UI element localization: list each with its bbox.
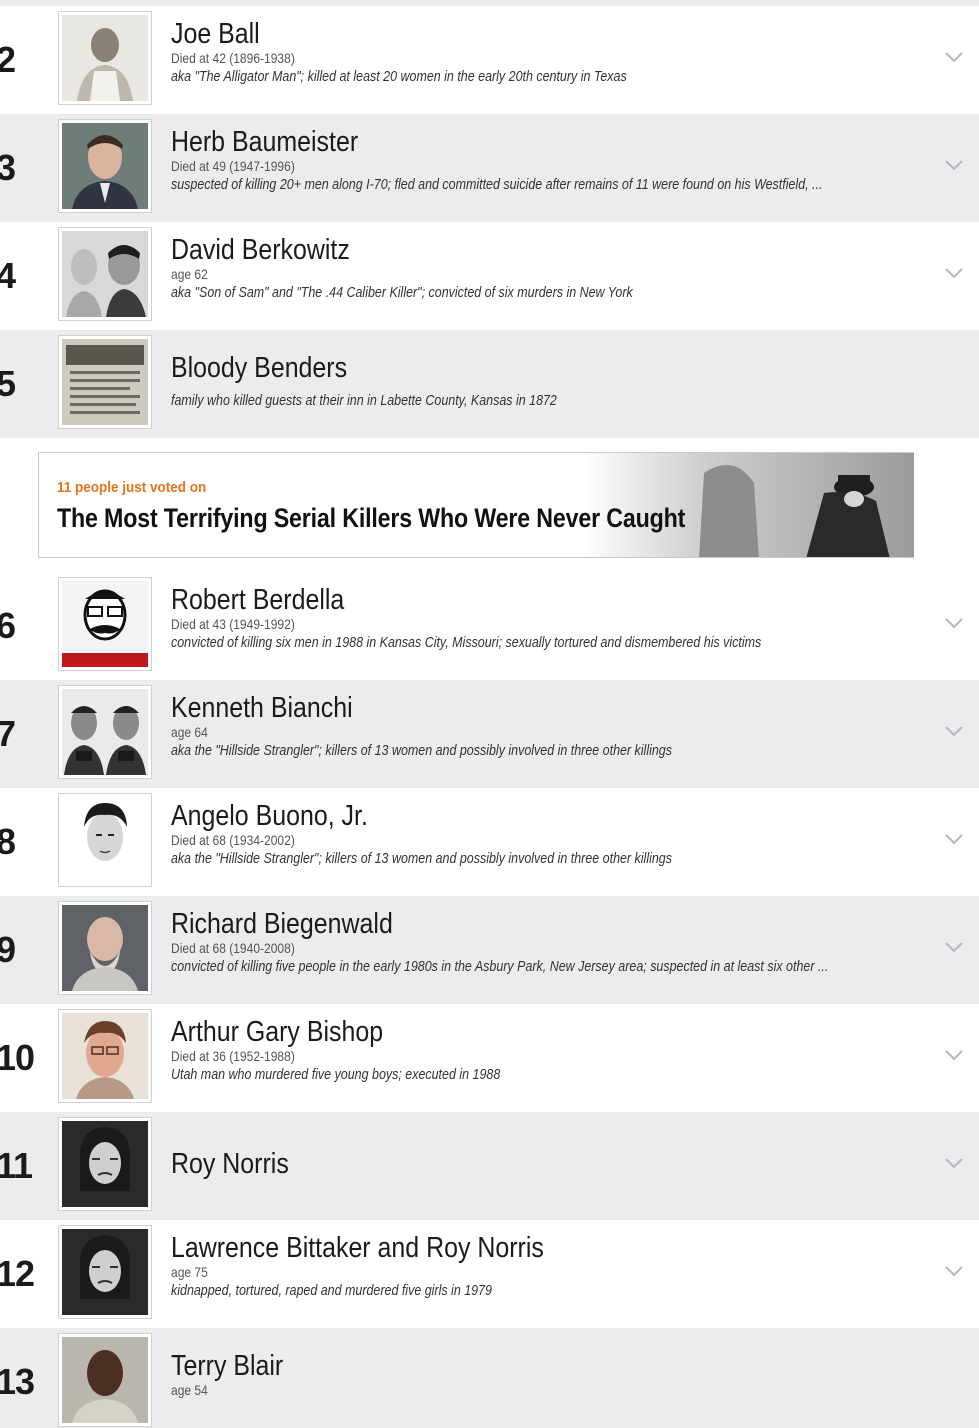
item-name[interactable]: Richard Biegenwald xyxy=(171,908,957,940)
list-item[interactable]: 10 Arthur Gary Bishop Died at 36 (1952-1… xyxy=(0,1004,979,1112)
item-photo[interactable] xyxy=(58,11,152,105)
list-item[interactable]: 3 Herb Baumeister Died at 49 (1947-1996)… xyxy=(0,114,979,222)
item-photo[interactable] xyxy=(58,685,152,779)
chevron-down-icon[interactable] xyxy=(943,1048,965,1062)
item-photo[interactable] xyxy=(58,793,152,887)
item-meta: age 75 xyxy=(171,1264,208,1280)
item-photo[interactable] xyxy=(58,227,152,321)
banner-title[interactable]: The Most Terrifying Serial Killers Who W… xyxy=(57,503,685,534)
item-description: suspected of killing 20+ men along I-70;… xyxy=(171,177,823,193)
item-meta: Died at 49 (1947-1996) xyxy=(171,158,295,174)
chevron-down-icon[interactable] xyxy=(943,50,965,64)
chevron-down-icon[interactable] xyxy=(943,616,965,630)
item-name[interactable]: Joe Ball xyxy=(171,18,957,50)
chevron-down-icon[interactable] xyxy=(943,724,965,738)
item-meta: age 62 xyxy=(171,266,208,282)
rank-number: 9 xyxy=(0,929,16,970)
mugshot-photo xyxy=(62,1337,148,1423)
rank-number: 11 xyxy=(0,1145,33,1186)
item-name[interactable]: Herb Baumeister xyxy=(171,126,957,158)
portrait-photo xyxy=(62,1013,148,1099)
portrait-photo xyxy=(62,1121,148,1207)
chevron-down-icon[interactable] xyxy=(943,266,965,280)
rank-number: 10 xyxy=(0,1037,35,1078)
portrait-photo xyxy=(62,581,148,667)
rank-number: 12 xyxy=(0,1253,35,1294)
chevron-down-icon[interactable] xyxy=(943,1264,965,1278)
chevron-down-icon[interactable] xyxy=(943,158,965,172)
item-name[interactable]: Terry Blair xyxy=(171,1350,957,1382)
item-description: convicted of killing five people in the … xyxy=(171,959,829,975)
item-name[interactable]: Arthur Gary Bishop xyxy=(171,1016,957,1048)
item-description: family who killed guests at their inn in… xyxy=(171,393,557,409)
item-photo[interactable] xyxy=(58,1009,152,1103)
rank-number: 4 xyxy=(0,255,16,296)
portrait-photo xyxy=(62,231,148,317)
rank-number: 7 xyxy=(0,713,16,754)
portrait-photo xyxy=(62,15,148,101)
list-item[interactable]: 7 Kenneth Bianchi age 64 aka the "Hillsi… xyxy=(0,680,979,788)
portrait-photo xyxy=(62,123,148,209)
item-photo[interactable] xyxy=(58,1117,152,1211)
list-item[interactable]: 4 David Berkowitz age 62 aka "Son of Sam… xyxy=(0,222,979,330)
item-photo[interactable] xyxy=(58,1225,152,1319)
portrait-photo xyxy=(62,1229,148,1315)
rank-number: 6 xyxy=(0,605,16,646)
list-item[interactable]: 12 Lawrence Bittaker and Roy Norris age … xyxy=(0,1220,979,1328)
item-description: Utah man who murdered five young boys; e… xyxy=(171,1067,501,1083)
item-name[interactable]: David Berkowitz xyxy=(171,234,957,266)
rank-number: 8 xyxy=(0,821,16,862)
item-meta: age 64 xyxy=(171,724,208,740)
rank-number: 3 xyxy=(0,147,16,188)
rank-number: 13 xyxy=(0,1361,35,1402)
item-name[interactable]: Roy Norris xyxy=(171,1148,957,1180)
rank-number: 2 xyxy=(0,39,16,80)
item-name[interactable]: Lawrence Bittaker and Roy Norris xyxy=(171,1232,957,1264)
item-meta: Died at 43 (1949-1992) xyxy=(171,616,295,632)
item-description: aka "The Alligator Man"; killed at least… xyxy=(171,69,627,85)
item-photo[interactable] xyxy=(58,335,152,429)
mugshot-photo xyxy=(62,689,148,775)
item-name[interactable]: Kenneth Bianchi xyxy=(171,692,957,724)
item-name[interactable]: Robert Berdella xyxy=(171,584,957,616)
item-photo[interactable] xyxy=(58,901,152,995)
item-meta: Died at 36 (1952-1988) xyxy=(171,1048,295,1064)
item-meta: Died at 68 (1934-2002) xyxy=(171,832,295,848)
item-photo[interactable] xyxy=(58,1333,152,1427)
reward-poster-image xyxy=(62,339,148,425)
item-description: aka the "Hillside Strangler"; killers of… xyxy=(171,851,672,867)
item-meta: Died at 68 (1940-2008) xyxy=(171,940,295,956)
list-item[interactable]: 6 Robert Berdella Died at 43 (1949-1992)… xyxy=(0,572,979,680)
item-description: convicted of killing six men in 1988 in … xyxy=(171,635,762,651)
list-item[interactable]: 8 Angelo Buono, Jr. Died at 68 (1934-200… xyxy=(0,788,979,896)
chevron-down-icon[interactable] xyxy=(943,940,965,954)
related-list-banner[interactable]: 11 people just voted on The Most Terrify… xyxy=(38,452,914,558)
sketch-portrait xyxy=(62,797,148,883)
list-item[interactable]: 5 Bloody Benders family who killed guest… xyxy=(0,330,979,438)
vote-count-text: 11 people just voted on xyxy=(57,479,207,496)
chevron-down-icon[interactable] xyxy=(943,832,965,846)
item-photo[interactable] xyxy=(58,119,152,213)
chevron-down-icon[interactable] xyxy=(943,1156,965,1170)
list-item[interactable]: 11 Roy Norris xyxy=(0,1112,979,1220)
rank-number: 5 xyxy=(0,363,16,404)
item-description: aka "Son of Sam" and "The .44 Caliber Ki… xyxy=(171,285,633,301)
list-item[interactable]: 2 Joe Ball Died at 42 (1896-1938) aka "T… xyxy=(0,6,979,114)
item-name[interactable]: Bloody Benders xyxy=(171,352,957,384)
item-photo[interactable] xyxy=(58,577,152,671)
item-description: aka the "Hillside Strangler"; killers of… xyxy=(171,743,672,759)
list-item[interactable]: 13 Terry Blair age 54 xyxy=(0,1328,979,1428)
item-meta: age 54 xyxy=(171,1382,208,1398)
list-item[interactable]: 9 Richard Biegenwald Died at 68 (1940-20… xyxy=(0,896,979,1004)
item-name[interactable]: Angelo Buono, Jr. xyxy=(171,800,957,832)
item-meta: Died at 42 (1896-1938) xyxy=(171,50,295,66)
item-description: kidnapped, tortured, raped and murdered … xyxy=(171,1283,492,1299)
mugshot-photo xyxy=(62,905,148,991)
